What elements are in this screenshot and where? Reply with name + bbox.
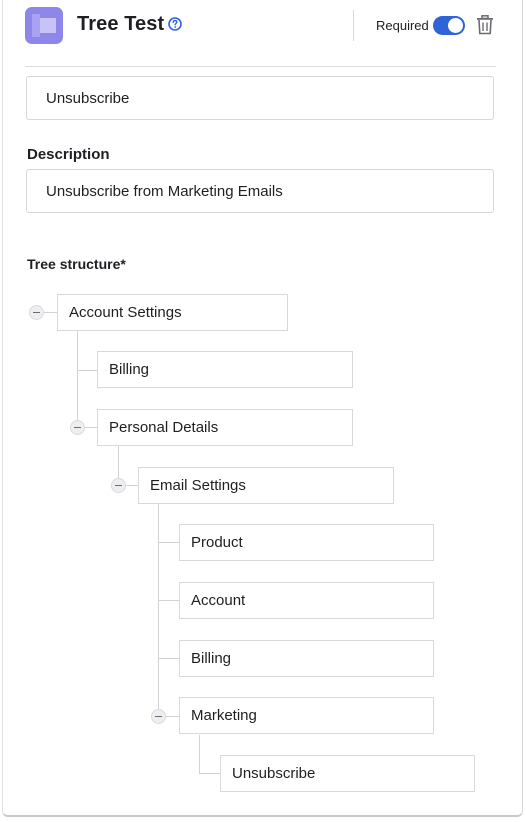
collapse-marketing-icon[interactable] bbox=[151, 709, 166, 724]
tree-node-account[interactable]: Account bbox=[179, 582, 434, 619]
tree-structure-label: Tree structure* bbox=[27, 256, 126, 272]
tree-node-billing[interactable]: Billing bbox=[97, 351, 353, 388]
header-divider bbox=[353, 10, 354, 41]
tree-node-account-settings[interactable]: Account Settings bbox=[57, 294, 288, 331]
tree-connector bbox=[158, 600, 179, 601]
tree-connector bbox=[199, 735, 200, 773]
tree-test-icon bbox=[25, 7, 63, 44]
tree-connector bbox=[77, 331, 78, 428]
question-input[interactable] bbox=[26, 76, 494, 120]
header-separator bbox=[25, 66, 496, 67]
tree-connector bbox=[158, 542, 179, 543]
tree-node-personal-details[interactable]: Personal Details bbox=[97, 409, 353, 446]
trash-icon[interactable] bbox=[476, 15, 494, 35]
required-label: Required bbox=[376, 18, 429, 33]
tree-connector bbox=[158, 504, 159, 716]
tree-connector bbox=[158, 658, 179, 659]
collapse-account-settings-icon[interactable] bbox=[29, 305, 44, 320]
tree-test-icon-accent bbox=[32, 14, 40, 37]
tree-connector bbox=[199, 773, 220, 774]
toggle-knob bbox=[448, 18, 463, 33]
tree-node-marketing[interactable]: Marketing bbox=[179, 697, 434, 734]
required-toggle[interactable] bbox=[433, 16, 465, 35]
tree-connector bbox=[77, 370, 97, 371]
page-title: Tree Test bbox=[77, 13, 165, 35]
description-input[interactable] bbox=[26, 169, 494, 213]
tree-node-email-settings[interactable]: Email Settings bbox=[138, 467, 394, 504]
tree-node-product[interactable]: Product bbox=[179, 524, 434, 561]
description-label: Description bbox=[27, 146, 110, 163]
help-icon[interactable] bbox=[168, 17, 182, 31]
tree-node-billing-email[interactable]: Billing bbox=[179, 640, 434, 677]
tree-node-unsubscribe[interactable]: Unsubscribe bbox=[220, 755, 475, 792]
collapse-email-settings-icon[interactable] bbox=[111, 478, 126, 493]
collapse-personal-details-icon[interactable] bbox=[70, 420, 85, 435]
